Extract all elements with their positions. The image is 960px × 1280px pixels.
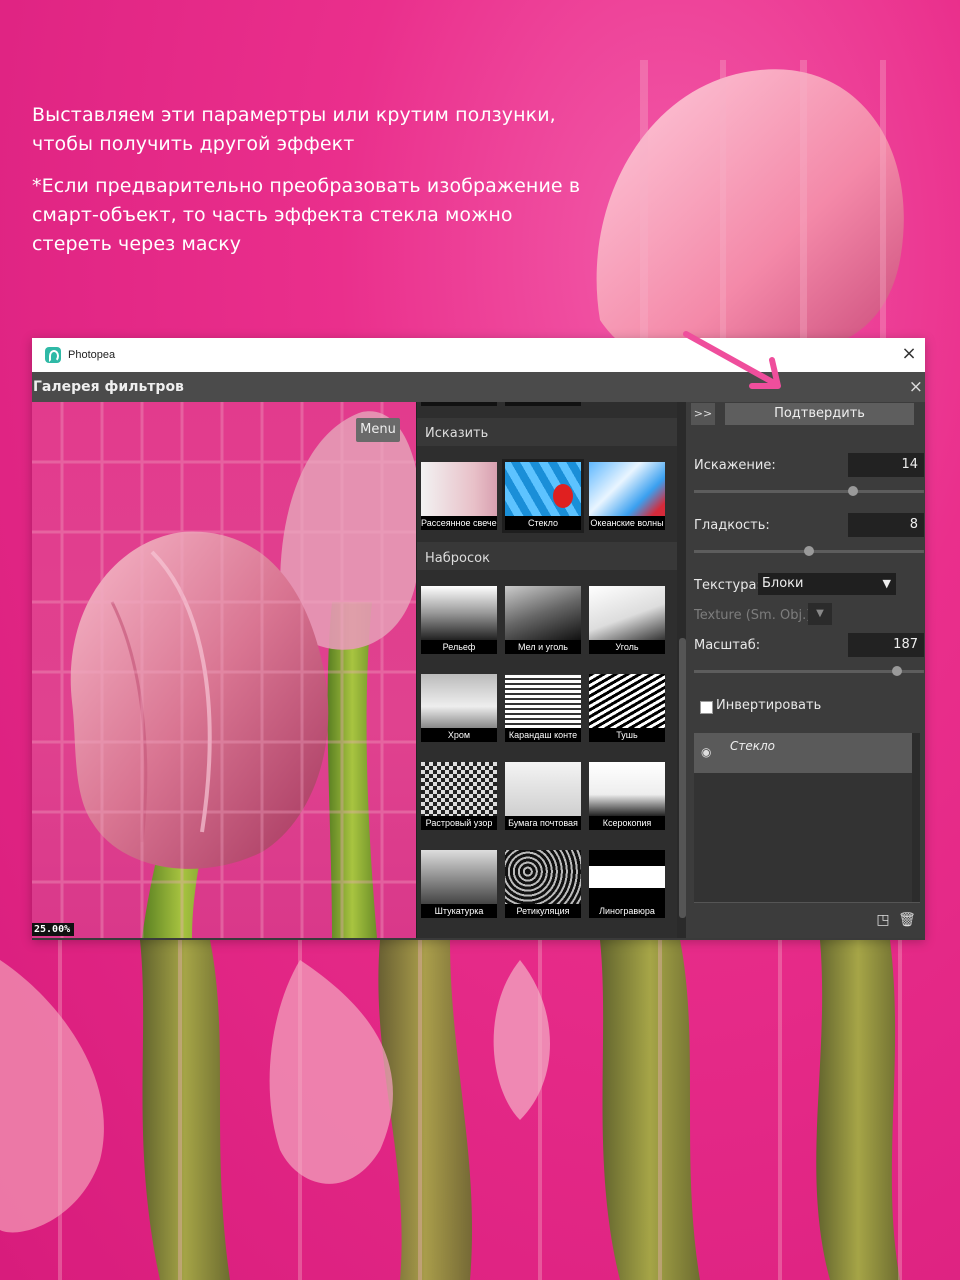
distortion-input[interactable]: 14 bbox=[848, 453, 924, 477]
chevron-down-icon: ▼ bbox=[816, 608, 824, 619]
category-distort[interactable]: Исказить bbox=[425, 426, 488, 441]
dialog-title: Галерея фильтров bbox=[33, 379, 184, 395]
smoothness-label: Гладкость: bbox=[694, 518, 770, 533]
filter-list: Исказить Рассеянное свечение Стекло Океа… bbox=[416, 402, 687, 938]
filter-ocean-ripple[interactable]: Океанские волны bbox=[589, 462, 665, 530]
invert-label: Инвертировать bbox=[716, 698, 822, 713]
texture-select[interactable]: Блоки ▼ bbox=[758, 573, 896, 595]
filter-layers-list: ◉ Стекло bbox=[694, 733, 915, 903]
dialog-header: Галерея фильтров × bbox=[32, 372, 925, 403]
filter-note-paper[interactable]: Бумага почтовая bbox=[505, 762, 581, 830]
scale-slider-knob[interactable] bbox=[892, 666, 902, 676]
filter-halftone-pattern[interactable]: Растровый узор bbox=[421, 762, 497, 830]
window-titlebar: Photopea × bbox=[32, 338, 925, 372]
filter-stamp[interactable]: Линогравюра bbox=[589, 850, 665, 918]
filter-glass[interactable]: Стекло bbox=[502, 459, 584, 533]
new-layer-icon[interactable]: ◳ bbox=[874, 912, 892, 930]
filter-conte-crayon[interactable]: Карандаш конте bbox=[505, 674, 581, 742]
zoom-level: 25.00% bbox=[32, 923, 75, 936]
caption-instructions: Выставляем эти парамертры или крутим пол… bbox=[32, 104, 556, 155]
scale-input[interactable]: 187 bbox=[848, 633, 924, 657]
app-name: Photopea bbox=[68, 349, 116, 361]
eye-icon[interactable]: ◉ bbox=[701, 745, 717, 761]
smoothness-slider-knob[interactable] bbox=[804, 546, 814, 556]
filter-preview[interactable]: Menu 25.00% bbox=[32, 402, 416, 938]
filter-list-scroll-thumb[interactable] bbox=[679, 638, 686, 918]
photopea-logo-icon bbox=[45, 347, 61, 363]
distortion-slider-knob[interactable] bbox=[848, 486, 858, 496]
filter-chrome[interactable]: Хром bbox=[421, 674, 497, 742]
filter-charcoal[interactable]: Уголь bbox=[589, 586, 665, 654]
filter-layer-name: Стекло bbox=[730, 739, 776, 753]
distortion-label: Искажение: bbox=[694, 458, 776, 473]
filter-reticulation[interactable]: Ретикуляция bbox=[505, 850, 581, 918]
layers-scrollbar[interactable] bbox=[912, 733, 920, 903]
photopea-window: Photopea × Галерея фильтров × Menu 25.00… bbox=[32, 338, 925, 940]
texture-smart-label: Texture (Sm. Obj.): bbox=[694, 608, 816, 623]
filter-chalk-charcoal[interactable]: Мел и уголь bbox=[505, 586, 581, 654]
preview-menu-button[interactable]: Menu bbox=[356, 418, 400, 442]
texture-label: Текстура: bbox=[694, 578, 761, 593]
filter-layer-row[interactable]: ◉ Стекло bbox=[694, 733, 912, 773]
caption-note: *Если предварительно преобразовать изобр… bbox=[32, 175, 581, 255]
filter-graphic-pen[interactable]: Тушь bbox=[589, 674, 665, 742]
category-sketch[interactable]: Набросок bbox=[425, 551, 490, 566]
preview-tulip-image bbox=[32, 402, 416, 938]
pointer-arrow bbox=[683, 331, 781, 389]
filter-settings-panel: >> Подтвердить Искажение: 14 Гладкость: … bbox=[686, 402, 925, 938]
dialog-close-icon[interactable]: × bbox=[909, 377, 923, 397]
chevron-down-icon: ▼ bbox=[882, 577, 891, 590]
texture-smart-select[interactable]: ▼ bbox=[808, 603, 832, 625]
filter-photocopy[interactable]: Ксерокопия bbox=[589, 762, 665, 830]
confirm-button[interactable]: Подтвердить bbox=[725, 403, 914, 425]
settings-divider bbox=[694, 902, 920, 903]
smoothness-input[interactable]: 8 bbox=[848, 513, 924, 537]
smoothness-slider[interactable] bbox=[694, 546, 924, 556]
distortion-slider[interactable] bbox=[694, 486, 924, 496]
scale-label: Масштаб: bbox=[694, 638, 761, 653]
filter-diffuse-glow[interactable]: Рассеянное свечение bbox=[421, 462, 497, 530]
window-close-icon[interactable]: × bbox=[899, 344, 919, 364]
expand-button[interactable]: >> bbox=[691, 403, 715, 425]
scale-slider[interactable] bbox=[694, 666, 924, 676]
filter-bas-relief[interactable]: Рельеф bbox=[421, 586, 497, 654]
texture-select-value: Блоки bbox=[762, 576, 804, 591]
trash-icon[interactable]: 🗑 bbox=[898, 912, 916, 930]
invert-checkbox[interactable] bbox=[700, 701, 713, 714]
filter-plaster[interactable]: Штукатурка bbox=[421, 850, 497, 918]
